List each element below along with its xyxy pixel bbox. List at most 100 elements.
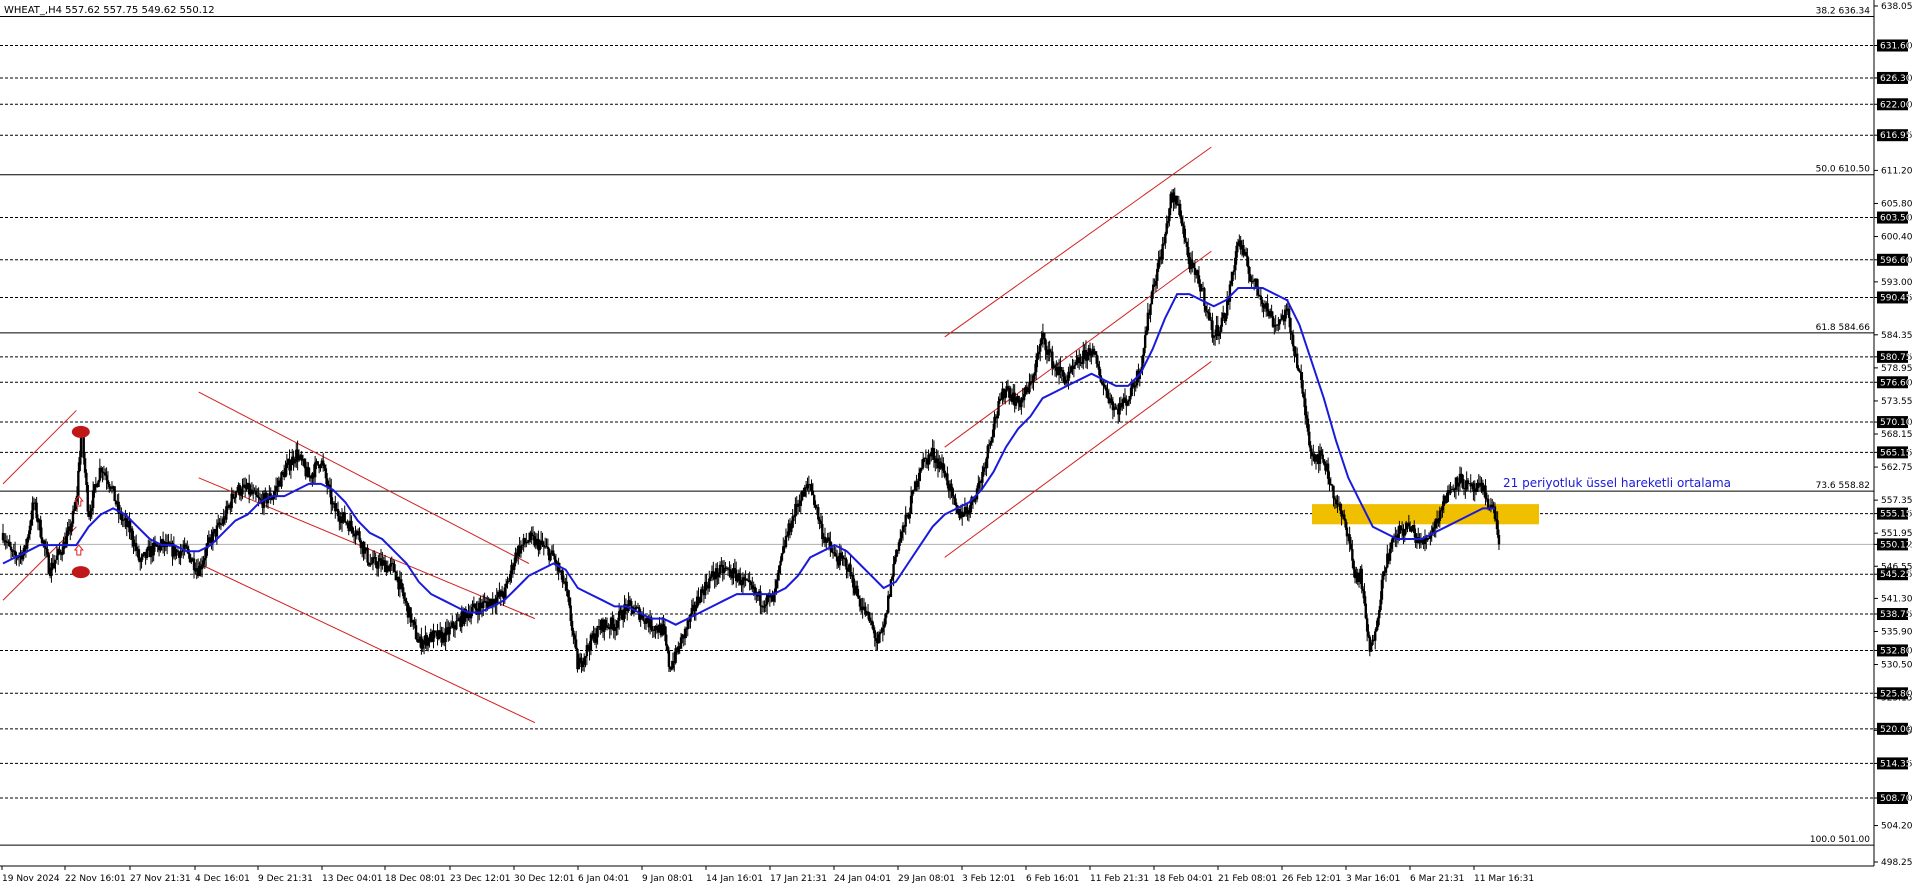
candle-body (690, 607, 693, 615)
candle-body (1088, 348, 1092, 356)
candle-body (995, 415, 999, 419)
candle-body (969, 505, 972, 514)
candle-body (1484, 485, 1487, 499)
candle-body (839, 552, 843, 556)
candle-body (492, 599, 496, 604)
candle-body (1376, 618, 1380, 628)
candle-body (1103, 385, 1107, 388)
candle-body (276, 485, 279, 487)
candle-body (1142, 348, 1146, 356)
candle-body (1191, 260, 1194, 263)
candle-body (1234, 257, 1237, 271)
price-axis-tick-label: 557.35 (1881, 496, 1913, 506)
candle-body (274, 486, 278, 491)
candle-body (44, 547, 48, 549)
candle-body (627, 600, 630, 611)
candle-body (977, 483, 980, 489)
candle-body (371, 557, 375, 564)
candle-body (303, 459, 306, 467)
candle-body (113, 486, 116, 502)
candle-body (1217, 332, 1221, 337)
candle-body (1036, 354, 1039, 361)
candle-body (729, 569, 733, 577)
candle-body (1208, 312, 1211, 320)
price-axis-tick-label: 605.80 (1881, 199, 1913, 209)
candle-body (1302, 393, 1306, 399)
candle-body (508, 574, 512, 581)
candle-body (1, 532, 5, 541)
candle-body (1365, 618, 1369, 632)
candle-body (791, 516, 794, 528)
candle-body (1321, 454, 1324, 460)
candle-body (954, 498, 957, 505)
candle-body (843, 558, 847, 560)
candle-body (1343, 514, 1346, 520)
candle-body (818, 519, 821, 521)
candle-body (1014, 401, 1018, 406)
candle-body (1236, 242, 1240, 246)
candle-body (432, 630, 435, 642)
candle-body (1290, 332, 1293, 335)
candle-body (1044, 339, 1047, 351)
candle-body (316, 461, 320, 465)
price-chart[interactable]: 38.2 636.34 50.0 610.50 61.8 584.66 73.6 55… (0, 0, 1916, 888)
candle-body (722, 568, 726, 574)
candle-body (35, 502, 38, 519)
candle-body (1074, 364, 1077, 366)
candle-body (91, 490, 95, 509)
candle-body (1348, 534, 1351, 544)
time-axis-tick-label: 24 Jan 04:01 (834, 874, 891, 884)
candle-body (1298, 370, 1302, 373)
candle-body (584, 656, 587, 658)
candle-body (1072, 365, 1076, 369)
candle-body (404, 598, 407, 601)
candle-body (482, 601, 485, 609)
candle-body (817, 507, 820, 520)
candle-body (566, 590, 570, 598)
candle-body (893, 557, 897, 564)
candle-body (1497, 534, 1501, 545)
candle-body (238, 485, 241, 496)
candle-body (1034, 360, 1038, 373)
candle-body (620, 609, 624, 620)
candle-body (13, 550, 17, 556)
candle-body (83, 458, 87, 473)
candle-body (252, 491, 255, 494)
candle-body (899, 538, 902, 543)
candle-body (775, 580, 778, 589)
candle-body (1297, 367, 1300, 371)
candle-body (1320, 450, 1323, 455)
candle-body (370, 563, 373, 565)
candle-body (1006, 386, 1010, 389)
candle-body (779, 560, 782, 566)
candle-body (455, 620, 458, 630)
candle-body (819, 520, 823, 524)
candle-body (885, 612, 889, 614)
candle-body (697, 596, 700, 603)
candle-body (243, 484, 247, 489)
candle-body (1438, 510, 1441, 521)
candle-body (475, 608, 478, 611)
price-axis-tick-label: 611.20 (1881, 166, 1913, 176)
candle-body (1174, 195, 1178, 205)
candle-body (965, 507, 968, 511)
candle-body (46, 548, 49, 555)
candle-body (617, 611, 621, 621)
candle-body (946, 473, 949, 486)
candle-body (538, 542, 541, 551)
time-axis-tick-label: 18 Feb 04:01 (1154, 874, 1213, 884)
candle-body (776, 572, 780, 581)
candle-body (990, 437, 993, 443)
candle-body (1360, 568, 1363, 589)
candle-body (904, 514, 907, 527)
price-axis-tick-label: 504.20 (1881, 822, 1913, 832)
candle-body (1082, 350, 1085, 364)
price-tag-label: 538.75 (1880, 610, 1912, 620)
price-axis-tick-label: 551.95 (1881, 529, 1913, 539)
candle-body (857, 595, 860, 599)
candle-body (1184, 237, 1187, 242)
candle-body (1161, 243, 1164, 260)
time-axis-tick-label: 6 Feb 16:01 (1026, 874, 1079, 884)
candle-body (1261, 299, 1264, 305)
candle-body (1379, 599, 1382, 611)
